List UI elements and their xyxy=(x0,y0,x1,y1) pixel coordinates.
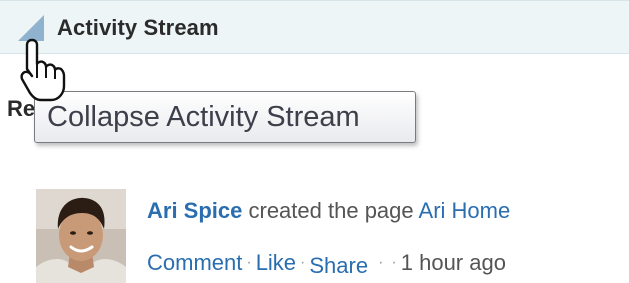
activity-stream-header: Activity Stream xyxy=(0,0,629,54)
comment-link[interactable]: Comment xyxy=(147,250,242,275)
action-separator: · xyxy=(300,254,306,271)
target-page-link[interactable]: Ari Home xyxy=(419,198,511,223)
activity-actions: Comment · Like · Share · · 1 hour ago xyxy=(147,250,506,278)
hand-pointer-icon xyxy=(20,38,68,102)
user-avatar[interactable] xyxy=(36,189,126,283)
share-link[interactable]: Share xyxy=(309,253,368,278)
actor-link[interactable]: Ari Spice xyxy=(147,198,242,223)
activity-timestamp: 1 hour ago xyxy=(400,250,506,275)
action-separator: · xyxy=(391,254,397,271)
tooltip-text: Collapse Activity Stream xyxy=(47,101,360,133)
activity-summary: Ari Spice created the page Ari Home xyxy=(147,198,510,224)
action-separator: · xyxy=(378,254,384,271)
activity-verb: created the page xyxy=(248,198,414,223)
tooltip: Collapse Activity Stream xyxy=(34,91,416,143)
section-title[interactable]: Activity Stream xyxy=(57,15,219,41)
like-link[interactable]: Like xyxy=(256,250,296,275)
action-separator: · xyxy=(246,254,252,271)
user-avatar-photo xyxy=(36,189,126,283)
